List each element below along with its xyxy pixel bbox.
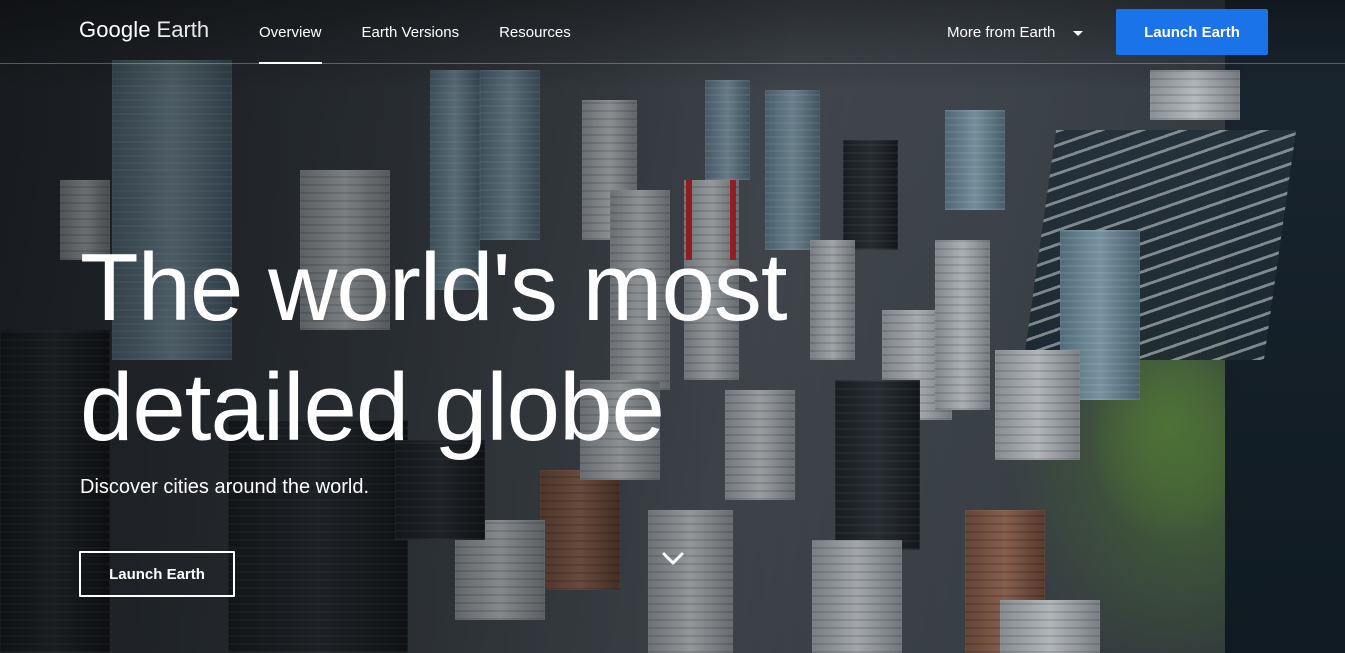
- hero-headline-line-2: detailed globe: [80, 354, 665, 461]
- nav-link-earth-versions[interactable]: Earth Versions: [362, 0, 460, 64]
- caret-down-icon: [1073, 30, 1084, 36]
- launch-earth-button-header[interactable]: Launch Earth: [1116, 9, 1268, 55]
- logo-google-text: Google: [79, 17, 151, 42]
- nav-link-overview[interactable]: Overview: [259, 0, 322, 64]
- logo-earth-text: Earth: [156, 17, 210, 42]
- primary-nav: Overview Earth Versions Resources: [259, 0, 611, 64]
- more-from-earth-label: More from Earth: [947, 23, 1056, 41]
- chevron-down-icon: [662, 552, 684, 565]
- google-earth-logo[interactable]: Google Earth: [79, 17, 209, 43]
- hero-headline-line-1: The world's most: [80, 234, 788, 341]
- top-navigation-bar: Google Earth Overview Earth Versions Res…: [0, 0, 1345, 64]
- launch-earth-button-hero[interactable]: Launch Earth: [79, 551, 235, 597]
- hero-headline: The world's most detailed globe: [80, 228, 880, 468]
- more-from-earth-dropdown[interactable]: More from Earth: [947, 0, 1084, 64]
- nav-link-resources[interactable]: Resources: [499, 0, 571, 64]
- scroll-down-button[interactable]: [658, 544, 688, 574]
- hero-subtitle: Discover cities around the world.: [80, 476, 370, 498]
